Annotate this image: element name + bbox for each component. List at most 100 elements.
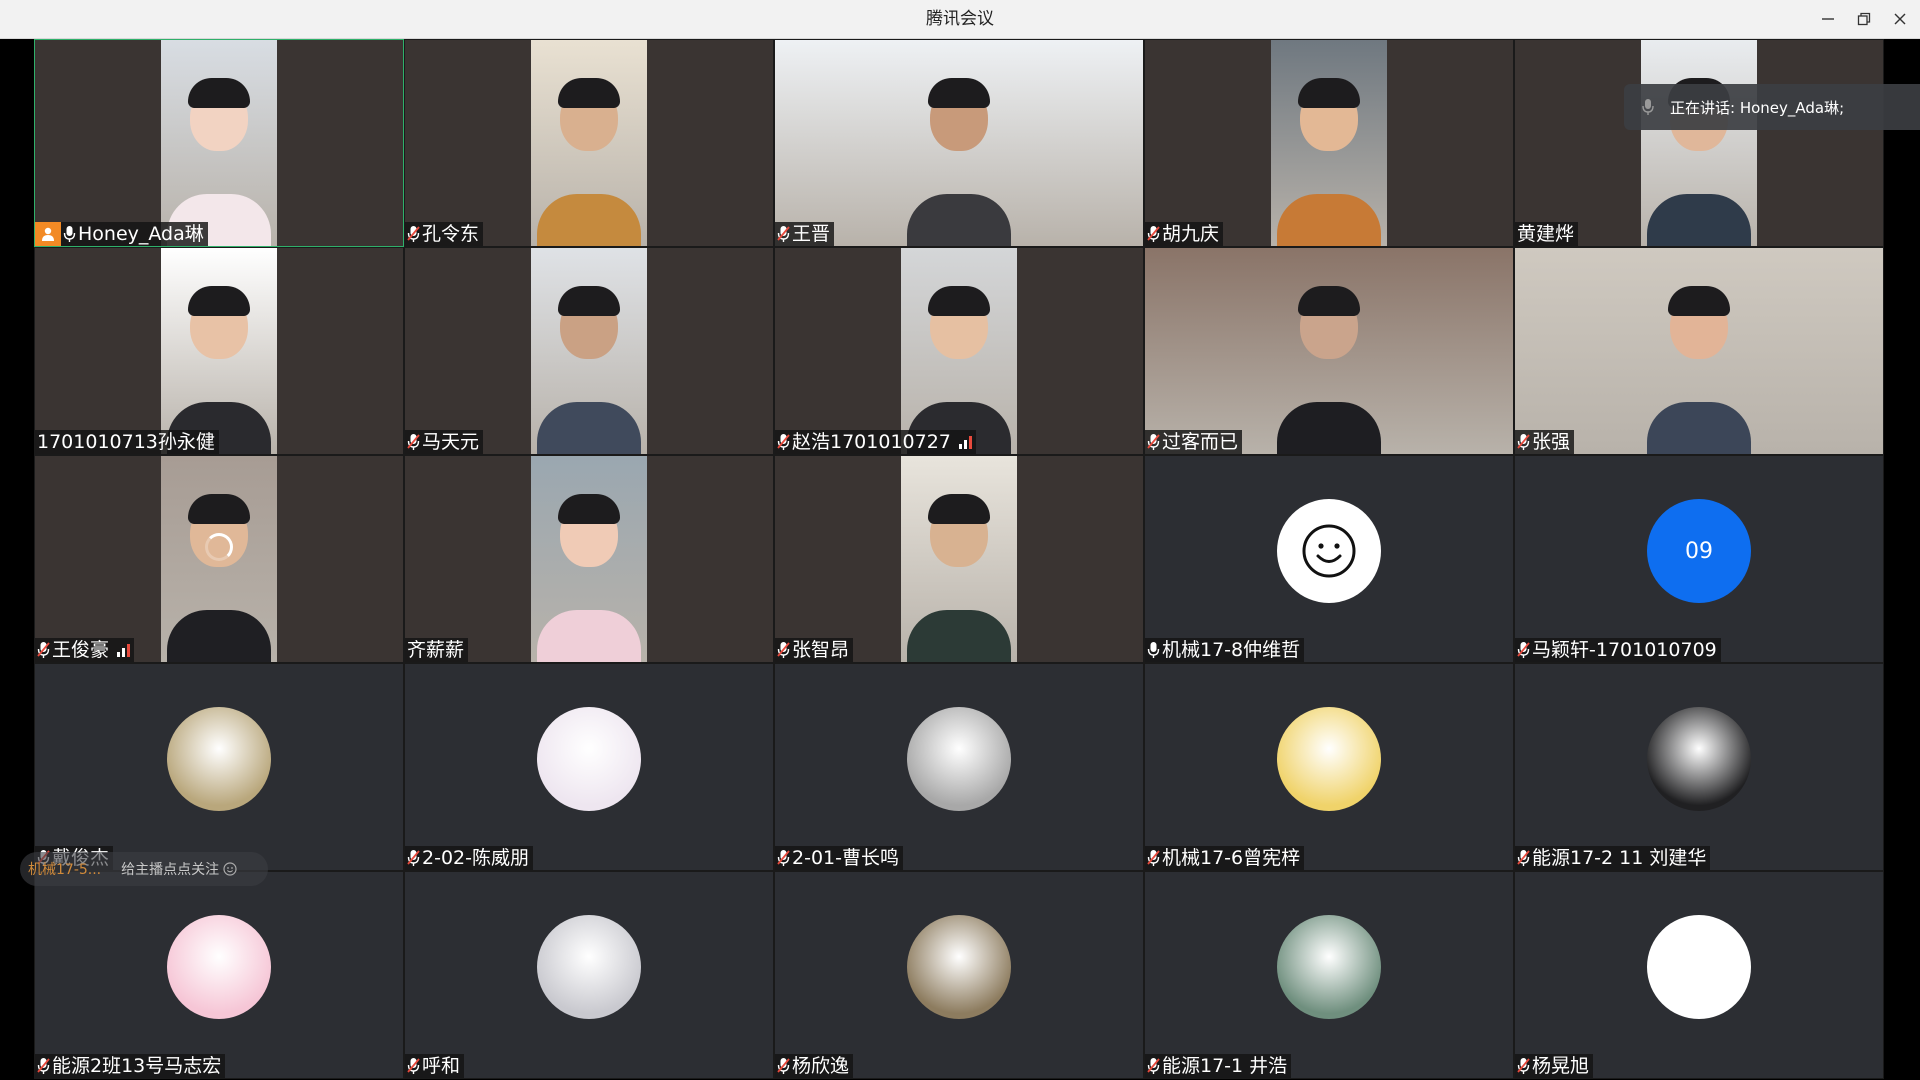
participant-tile[interactable]: 张强 <box>1514 247 1884 455</box>
participant-tile[interactable]: 杨欣逸 <box>774 871 1144 1079</box>
video-feed <box>1515 248 1883 454</box>
participant-tile[interactable]: 2-02-陈威朋 <box>404 663 774 871</box>
participant-name: 孔令东 <box>422 223 480 245</box>
participant-name: 呼和 <box>422 1055 461 1077</box>
participant-tile[interactable]: 过客而已 <box>1144 247 1514 455</box>
microphone-muted-icon <box>1517 641 1530 659</box>
participant-tile[interactable]: 黄建烨 <box>1514 39 1884 247</box>
participant-tile[interactable]: 能源17-2 11 刘建华 <box>1514 663 1884 871</box>
microphone-icon <box>1642 98 1654 116</box>
participant-name: 2-01-曹长鸣 <box>792 847 899 869</box>
participant-tile[interactable]: 09 马颖轩-1701010709 <box>1514 455 1884 663</box>
window-title: 腾讯会议 <box>926 9 994 29</box>
person-body <box>907 194 1011 246</box>
participant-tile[interactable]: 胡九庆 <box>1144 39 1514 247</box>
husky-avatar <box>537 915 641 1019</box>
person-body <box>537 194 641 246</box>
participant-tile[interactable]: 王俊豪 <box>34 455 404 663</box>
participant-name: 王俊豪 <box>52 639 110 661</box>
follow-banner[interactable]: 机械17-5... 给主播点点关注 <box>20 852 268 886</box>
person-hair <box>1668 286 1730 317</box>
signal-strength-icon <box>117 643 131 657</box>
microphone-muted-icon <box>1147 849 1160 867</box>
video-feed <box>161 456 277 662</box>
participant-name: 1701010713孙永健 <box>37 431 215 453</box>
microphone-muted-icon <box>777 225 790 243</box>
participant-nameplate: 马天元 <box>405 430 484 454</box>
microphone-muted-icon <box>1147 433 1160 451</box>
participant-tile[interactable]: 赵浩1701010727 <box>774 247 1144 455</box>
follow-banner-text: 给主播点点关注 <box>121 862 220 878</box>
speaking-text: 正在讲话: Honey_Ada琳; <box>1670 98 1845 117</box>
microphone-muted-icon <box>1517 849 1530 867</box>
person-hair <box>188 494 250 525</box>
restore-button[interactable] <box>1846 0 1882 38</box>
participant-nameplate: 机械17-8仲维哲 <box>1145 638 1305 662</box>
participant-nameplate: 孔令东 <box>405 222 484 246</box>
participant-tile[interactable]: 能源17-1 井浩 <box>1144 871 1514 1079</box>
anime-girl-avatar <box>537 707 641 811</box>
microphone-muted-icon <box>1147 225 1160 243</box>
close-button[interactable] <box>1882 0 1918 38</box>
participant-name: 张强 <box>1532 431 1571 453</box>
avatar: 09 <box>1647 499 1751 603</box>
microphone-muted-icon <box>1517 1057 1530 1075</box>
participant-nameplate: 能源17-1 井浩 <box>1145 1054 1292 1078</box>
person-hair <box>188 78 250 109</box>
title-bar: 腾讯会议 <box>0 0 1920 39</box>
person-body <box>1277 402 1381 454</box>
person-body <box>537 610 641 662</box>
microphone-muted-icon <box>777 433 790 451</box>
participant-nameplate: 齐薪薪 <box>405 638 469 662</box>
participant-nameplate: 杨欣逸 <box>775 1054 854 1078</box>
participant-nameplate: 王俊豪 <box>35 638 135 662</box>
participant-tile[interactable]: 戴俊杰 <box>34 663 404 871</box>
minimize-button[interactable] <box>1810 0 1846 38</box>
participant-name: 能源2班13号马志宏 <box>52 1055 222 1077</box>
video-feed <box>161 40 277 246</box>
participant-nameplate: 能源2班13号马志宏 <box>35 1054 226 1078</box>
participant-name: 能源17-1 井浩 <box>1162 1055 1288 1077</box>
person-hair <box>1298 286 1360 317</box>
participant-tile[interactable]: 齐薪薪 <box>404 455 774 663</box>
participant-tile[interactable]: 1701010713孙永健 <box>34 247 404 455</box>
participant-tile[interactable]: 马天元 <box>404 247 774 455</box>
minimize-icon <box>1822 18 1834 20</box>
participant-tile[interactable]: 王晋 <box>774 39 1144 247</box>
person-body <box>1277 194 1381 246</box>
video-feed <box>901 456 1017 662</box>
person-hair <box>188 286 250 317</box>
pikachu-avatar <box>1277 707 1381 811</box>
participant-name: 杨欣逸 <box>792 1055 850 1077</box>
participant-nameplate: 张强 <box>1515 430 1575 454</box>
participant-name: 胡九庆 <box>1162 223 1220 245</box>
microphone-muted-icon <box>37 641 50 659</box>
participant-name: 马颖轩-1701010709 <box>1532 639 1717 661</box>
microphone-icon <box>1147 641 1160 659</box>
participant-grid: Honey_Ada琳 孔令东 王晋 胡九庆 黄建烨 1701010713孙永健 马天元 赵浩1… <box>34 39 1884 1080</box>
person-body <box>167 610 271 662</box>
participant-name: 王晋 <box>792 223 831 245</box>
participant-tile[interactable]: 杨晃旭 <box>1514 871 1884 1079</box>
participant-name: 黄建烨 <box>1517 223 1575 245</box>
participant-tile[interactable]: 张智昂 <box>774 455 1144 663</box>
participant-nameplate: 过客而已 <box>1145 430 1243 454</box>
participant-tile[interactable]: 2-01-曹长鸣 <box>774 663 1144 871</box>
participant-tile[interactable]: Honey_Ada琳 <box>34 39 404 247</box>
participant-nameplate: 2-02-陈威朋 <box>405 846 533 870</box>
participant-tile[interactable]: 机械17-6曾宪梓 <box>1144 663 1514 871</box>
person-body <box>907 610 1011 662</box>
participant-nameplate: 赵浩1701010727 <box>775 430 976 454</box>
double-happiness-icon <box>167 707 271 811</box>
waterfall-avatar <box>907 915 1011 1019</box>
person-hair <box>928 494 990 525</box>
follow-banner-name: 机械17-5... <box>28 862 102 878</box>
video-feed <box>1641 40 1757 246</box>
participant-name: 机械17-6曾宪梓 <box>1162 847 1301 869</box>
microphone-muted-icon <box>407 225 420 243</box>
participant-tile[interactable]: 孔令东 <box>404 39 774 247</box>
signal-strength-icon <box>958 435 972 449</box>
participant-tile[interactable]: 机械17-8仲维哲 <box>1144 455 1514 663</box>
participant-tile[interactable]: 呼和 <box>404 871 774 1079</box>
participant-tile[interactable]: 能源2班13号马志宏 <box>34 871 404 1079</box>
